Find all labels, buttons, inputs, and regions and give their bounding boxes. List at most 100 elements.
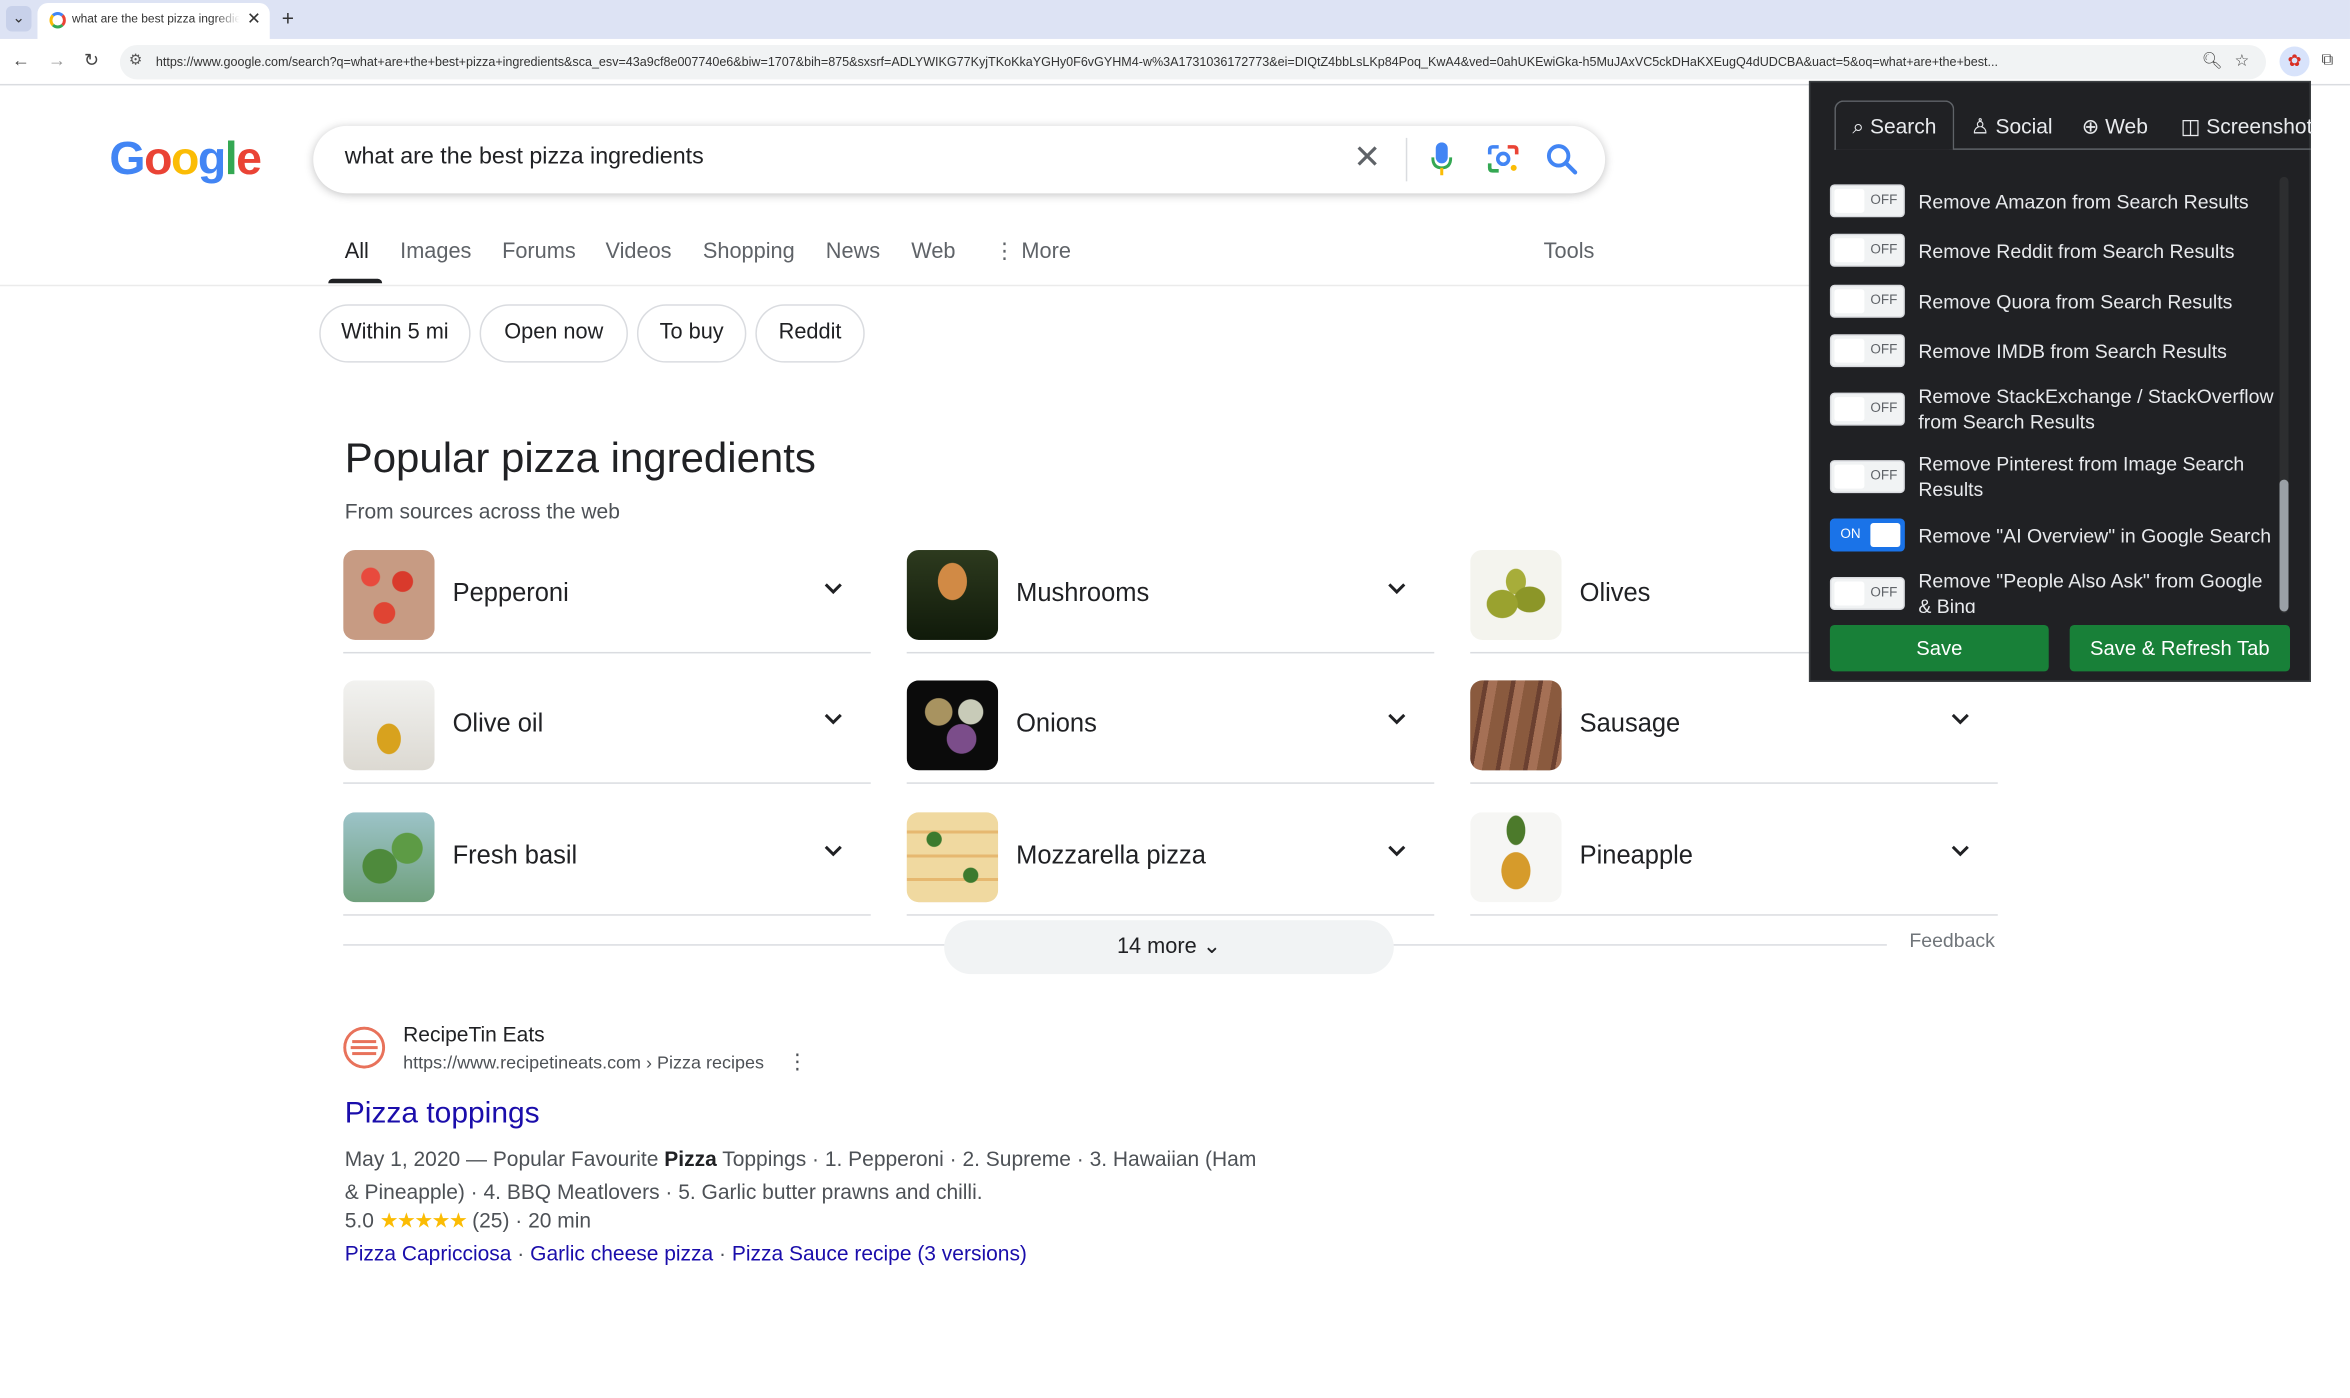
- feedback-link[interactable]: Feedback: [1909, 929, 1995, 951]
- sitelink[interactable]: Pizza Capricciosa: [345, 1241, 512, 1265]
- close-icon[interactable]: ✕: [247, 9, 261, 28]
- toggle-switch[interactable]: OFF: [1829, 184, 1905, 218]
- person-icon: ♙: [1970, 113, 1990, 138]
- ingredient-item[interactable]: Sausage: [1470, 679, 1998, 784]
- ingredient-item[interactable]: Pineapple: [1470, 811, 1998, 916]
- save-refresh-button[interactable]: Save & Refresh Tab: [2069, 624, 2291, 672]
- popup-tab-search[interactable]: ⌕ Search: [1852, 114, 1936, 139]
- popup-tab-web[interactable]: ⊕ Web: [2082, 114, 2148, 139]
- more-ingredients-button[interactable]: 14 more ⌄: [944, 920, 1394, 975]
- tab-forums[interactable]: Forums: [502, 240, 576, 264]
- search-icon: ⌕: [1852, 113, 1865, 138]
- google-logo[interactable]: Google: [109, 132, 262, 186]
- browser-tab[interactable]: what are the best pizza ingredients ✕: [37, 2, 270, 39]
- ingredient-thumbnail: [1470, 680, 1562, 771]
- star-icon[interactable]: ☆: [2235, 51, 2250, 70]
- result-site-url[interactable]: https://www.recipetineats.com › Pizza re…: [403, 1052, 764, 1073]
- tab-more[interactable]: ⋮ More: [994, 240, 1071, 264]
- tab-images[interactable]: Images: [400, 240, 471, 264]
- chevron-down-icon: [1388, 845, 1406, 857]
- ingredient-name: Fresh basil: [452, 840, 578, 870]
- result-site-name[interactable]: RecipeTin Eats: [403, 1022, 545, 1046]
- option-label: Remove StackExchange / StackOverflow fro…: [1918, 385, 2274, 434]
- sitelink[interactable]: Garlic cheese pizza: [530, 1241, 713, 1265]
- reload-icon[interactable]: ↻: [84, 49, 99, 70]
- chip-to-buy[interactable]: To buy: [636, 304, 747, 363]
- toggle-switch[interactable]: OFF: [1829, 284, 1905, 318]
- more-vert-icon: ⋮: [993, 239, 1016, 264]
- camera-icon: ◫: [2180, 113, 2201, 138]
- option-label: Remove Pinterest from Image Search Resul…: [1918, 452, 2245, 501]
- toggle-switch[interactable]: OFF: [1829, 334, 1905, 368]
- toggle-state: OFF: [1870, 341, 1898, 357]
- toggle-switch[interactable]: ON: [1829, 518, 1905, 552]
- result-snippet: May 1, 2020 — Popular Favourite Pizza To…: [345, 1142, 1274, 1208]
- tab-web[interactable]: Web: [911, 240, 955, 264]
- plus-icon: +: [281, 5, 295, 30]
- ingredient-thumbnail: [1470, 812, 1562, 903]
- zoom-icon[interactable]: 🔍︎: [2202, 51, 2223, 70]
- rating-meta: (25) · 20 min: [472, 1207, 592, 1232]
- chip-within-5-mi[interactable]: Within 5 mi: [319, 304, 471, 363]
- kebab-icon[interactable]: ⋮: [787, 1049, 808, 1074]
- chevron-down-icon: [824, 713, 842, 725]
- ingredient-thumbnail: [906, 812, 999, 903]
- tools-button[interactable]: Tools: [1544, 240, 1595, 264]
- ingredient-item[interactable]: Onions: [906, 679, 1435, 784]
- popup-tab-label: Web: [2105, 113, 2148, 138]
- popup-tab-social[interactable]: ♙ Social: [1971, 114, 2053, 139]
- puzzle-icon[interactable]: ⧉: [2321, 51, 2333, 70]
- nav-divider: [0, 284, 1809, 287]
- option-label: Remove Reddit from Search Results: [1918, 239, 2235, 263]
- search-input[interactable]: what are the best pizza ingredients: [345, 144, 704, 171]
- google-favicon-icon: [49, 11, 66, 29]
- popup-scrollbar-thumb[interactable]: [2279, 479, 2289, 612]
- new-tab-button[interactable]: +: [282, 6, 294, 30]
- mic-icon[interactable]: [1431, 142, 1453, 176]
- sitelink[interactable]: Pizza Sauce recipe (3 versions): [732, 1241, 1027, 1265]
- ingredient-thumbnail: [343, 812, 435, 903]
- clear-search-icon[interactable]: ✕: [1353, 138, 1381, 177]
- save-button[interactable]: Save: [1829, 624, 2049, 672]
- popup-option-list[interactable]: OFF Remove Amazon from Search Results OF…: [1810, 177, 2284, 613]
- search-icon[interactable]: [1545, 142, 1578, 175]
- forward-icon[interactable]: →: [48, 49, 66, 70]
- ingredient-item[interactable]: Fresh basil: [343, 811, 871, 916]
- toggle-state: OFF: [1870, 467, 1898, 483]
- tab-videos[interactable]: Videos: [605, 240, 671, 264]
- popup-tab-label: Social: [1995, 113, 2053, 138]
- tab-all[interactable]: All: [345, 240, 369, 264]
- toggle-switch[interactable]: OFF: [1829, 460, 1905, 494]
- popup-tab-screenshot[interactable]: ◫ Screenshot: [2181, 114, 2313, 139]
- section-subtitle: From sources across the web: [344, 499, 620, 524]
- toggle-switch[interactable]: OFF: [1829, 576, 1905, 610]
- ingredient-name: Pepperoni: [452, 578, 569, 607]
- back-icon[interactable]: ←: [12, 49, 30, 70]
- result-title-link[interactable]: Pizza toppings: [345, 1097, 540, 1131]
- option-label: Remove Amazon from Search Results: [1918, 190, 2249, 213]
- site-info-icon[interactable]: ⚙: [129, 52, 145, 68]
- ingredient-item[interactable]: Mozzarella pizza: [906, 811, 1435, 916]
- chip-reddit[interactable]: Reddit: [755, 304, 865, 363]
- section-title: Popular pizza ingredients: [344, 434, 816, 482]
- option-label: Remove Quora from Search Results: [1918, 290, 2233, 314]
- tab-news[interactable]: News: [826, 240, 880, 264]
- tab-more-label: More: [1021, 239, 1071, 264]
- ingredient-item[interactable]: Mushrooms: [906, 549, 1435, 654]
- ingredient-item[interactable]: Olive oil: [343, 679, 871, 784]
- extension-icon[interactable]: ✿: [2279, 46, 2310, 77]
- ingredient-thumbnail: [906, 680, 999, 771]
- tab-search-button[interactable]: ⌄: [5, 5, 32, 32]
- popup-tab-label: Screenshot: [2206, 113, 2313, 138]
- chevron-down-icon: ⌄: [12, 10, 26, 27]
- chip-open-now[interactable]: Open now: [479, 304, 628, 363]
- globe-icon: ⊕: [2081, 113, 2100, 138]
- ingredient-item[interactable]: Pepperoni: [343, 549, 871, 654]
- url-text[interactable]: https://www.google.com/search?q=what+are…: [156, 54, 2182, 69]
- toggle-switch[interactable]: OFF: [1829, 233, 1905, 267]
- tab-shopping[interactable]: Shopping: [703, 240, 795, 264]
- toggle-state: ON: [1840, 526, 1861, 542]
- lens-icon[interactable]: [1487, 144, 1520, 174]
- toggle-switch[interactable]: OFF: [1829, 392, 1905, 426]
- ingredient-name: Olive oil: [452, 708, 544, 738]
